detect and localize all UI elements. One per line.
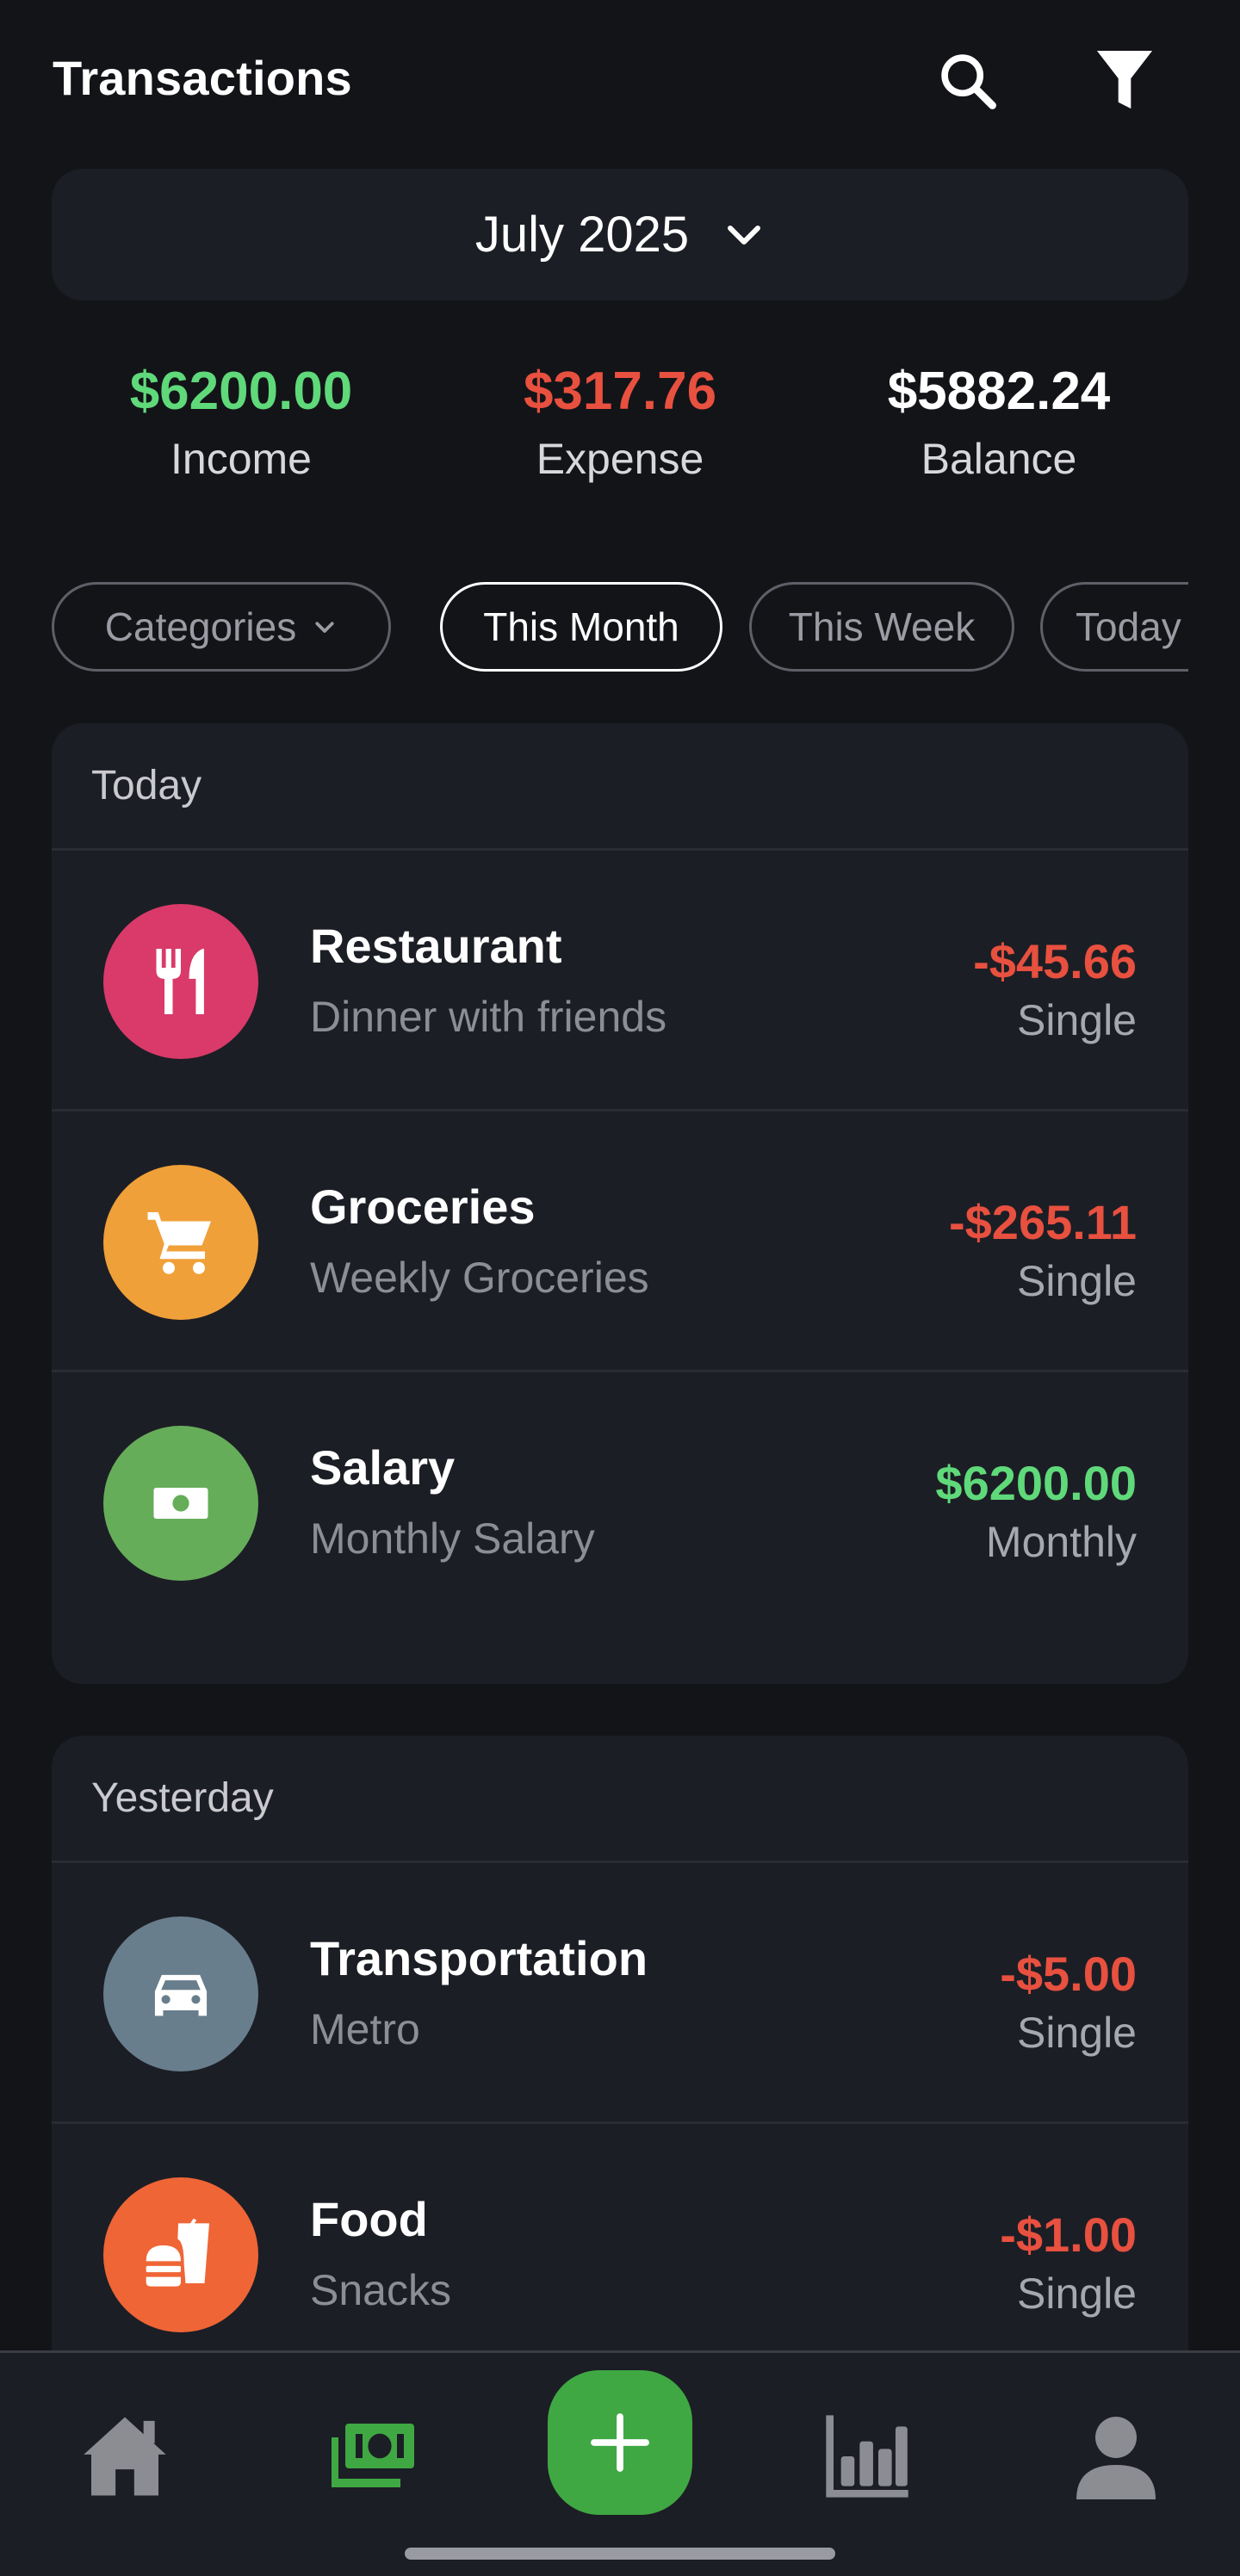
nav-profile[interactable]	[1056, 2396, 1176, 2517]
transaction-frequency: Single	[1017, 1257, 1137, 1305]
transaction-desc: Monthly Salary	[310, 1514, 595, 1563]
nav-home[interactable]	[65, 2396, 185, 2517]
transaction-frequency: Single	[1017, 996, 1137, 1044]
profile-icon	[1076, 2417, 1156, 2499]
transportation-avatar	[103, 1917, 258, 2071]
transaction-row[interactable]: Food Snacks -$1.00 Single	[52, 2124, 1188, 2385]
income-summary: $6200.00 Income	[52, 353, 431, 484]
restaurant-avatar	[103, 904, 258, 1059]
nav-transactions[interactable]	[313, 2396, 433, 2517]
bottom-navigation	[0, 2350, 1240, 2576]
this-month-chip-label: This Month	[483, 604, 679, 649]
group-date-label: Today	[52, 723, 1188, 851]
plus-icon	[591, 2413, 649, 2472]
food-avatar	[103, 2177, 258, 2332]
transaction-amount: -$5.00	[1000, 1947, 1137, 2001]
transaction-name: Transportation	[310, 1931, 648, 1985]
transaction-frequency: Single	[1017, 2009, 1137, 2057]
transaction-amount: -$1.00	[1000, 2208, 1137, 2262]
filter-button[interactable]	[1082, 38, 1168, 124]
balance-summary: $5882.24 Balance	[809, 353, 1188, 484]
search-icon	[941, 54, 996, 109]
chevron-down-icon	[315, 622, 334, 633]
expense-summary: $317.76 Expense	[431, 353, 809, 484]
money-icon	[153, 1488, 208, 1519]
transaction-name: Food	[310, 2192, 428, 2246]
car-icon	[154, 1974, 208, 2016]
money-stack-icon	[332, 2424, 414, 2487]
month-label: July 2025	[474, 207, 690, 263]
transaction-row[interactable]: Salary Monthly Salary $6200.00 Monthly	[52, 1372, 1188, 1633]
group-date-label: Yesterday	[52, 1736, 1188, 1863]
groceries-avatar	[103, 1165, 258, 1320]
income-amount: $6200.00	[129, 362, 353, 421]
categories-chip[interactable]: Categories	[52, 582, 391, 672]
transaction-name: Salary	[310, 1440, 456, 1495]
summary-row: $6200.00 Income $317.76 Expense $5882.24…	[52, 353, 1188, 517]
expense-label: Expense	[536, 435, 704, 483]
page-title: Transactions	[53, 51, 352, 105]
transaction-name: Restaurant	[310, 919, 562, 973]
transaction-row[interactable]: Restaurant Dinner with friends -$45.66 S…	[52, 851, 1188, 1112]
transaction-desc: Dinner with friends	[310, 993, 667, 1041]
transaction-row[interactable]: Transportation Metro -$5.00 Single	[52, 1863, 1188, 2124]
transaction-amount: -$265.11	[949, 1195, 1137, 1249]
transaction-frequency: Single	[1017, 2269, 1137, 2318]
fastfood-icon	[146, 2218, 209, 2287]
transaction-desc: Metro	[310, 2005, 420, 2053]
transaction-amount: -$45.66	[973, 934, 1137, 988]
salary-avatar	[103, 1426, 258, 1581]
filter-chips: Categories This Month This Week Today	[52, 582, 1188, 672]
this-month-chip[interactable]: This Month	[440, 582, 722, 672]
this-week-chip-label: This Week	[788, 604, 976, 649]
transaction-name: Groceries	[310, 1180, 536, 1234]
income-label: Income	[170, 435, 312, 483]
transaction-amount: $6200.00	[935, 1456, 1137, 1510]
today-chip[interactable]: Today	[1040, 582, 1188, 672]
transactions-screen: Transactions July 2025 $6200.00 Income $…	[0, 0, 1240, 2576]
transaction-row[interactable]: Groceries Weekly Groceries -$265.11 Sing…	[52, 1112, 1188, 1372]
today-chip-label: Today	[1076, 604, 1181, 649]
expense-amount: $317.76	[523, 362, 717, 421]
search-button[interactable]	[925, 38, 1011, 124]
add-transaction-button[interactable]	[548, 2370, 692, 2515]
month-selector[interactable]: July 2025	[52, 169, 1188, 300]
fork-knife-icon	[156, 949, 204, 1014]
transaction-desc: Weekly Groceries	[310, 1254, 649, 1302]
home-indicator	[405, 2548, 835, 2560]
balance-label: Balance	[921, 435, 1077, 483]
chevron-down-icon	[728, 225, 761, 245]
transaction-desc: Snacks	[310, 2266, 451, 2314]
this-week-chip[interactable]: This Week	[749, 582, 1014, 672]
balance-amount: $5882.24	[887, 362, 1111, 421]
transaction-group-yesterday: Yesterday Transportation Metro -$5.00 Si…	[52, 1736, 1188, 2390]
nav-statistics[interactable]	[807, 2396, 927, 2517]
home-icon	[84, 2417, 166, 2496]
bar-chart-icon	[826, 2415, 908, 2498]
categories-chip-label: Categories	[104, 604, 297, 649]
transaction-group-today: Today Restaurant Dinner with friends -$4…	[52, 723, 1188, 1684]
transaction-frequency: Monthly	[985, 1518, 1137, 1566]
top-app-bar: Transactions	[0, 0, 1240, 164]
cart-icon	[147, 1212, 211, 1274]
filter-icon	[1096, 51, 1153, 109]
